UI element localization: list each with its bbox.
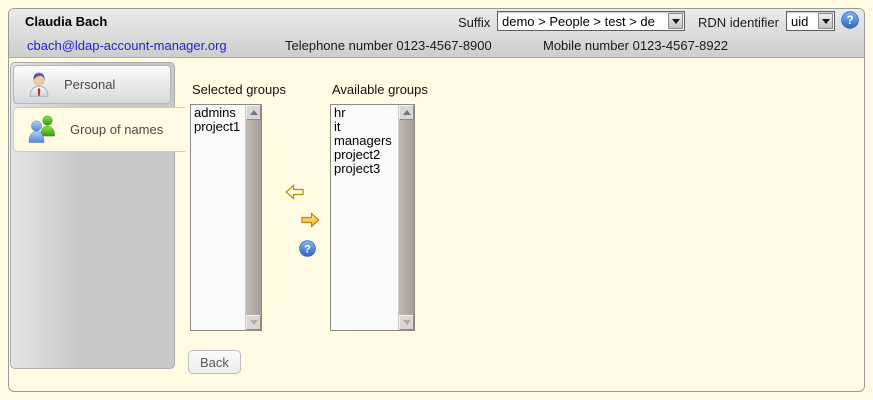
svg-text:?: ? [846,15,853,27]
selected-groups-options: adminsproject1 [191,105,244,330]
tab-label: Personal [64,77,115,92]
svg-text:?: ? [304,243,311,255]
person-icon [27,70,51,100]
scroll-down-button[interactable] [399,315,414,330]
scrollbar[interactable] [398,105,414,330]
triangle-up-icon [403,110,411,115]
dropdown-arrow-icon[interactable] [818,13,833,29]
rdn-identifier-label: RDN identifier [698,15,779,30]
help-icon[interactable]: ? [299,240,317,258]
list-option[interactable]: project3 [334,162,397,176]
mobile-number: Mobile number 0123-4567-8922 [543,38,728,53]
tab-group-of-names[interactable]: Group of names [13,107,185,152]
triangle-up-icon [250,110,258,115]
dropdown-arrow-icon[interactable] [668,13,683,29]
move-left-arrow-icon[interactable] [285,184,304,203]
suffix-select[interactable]: demo > People > test > de [497,11,685,31]
triangle-down-icon [250,320,258,325]
scroll-up-button[interactable] [246,105,261,120]
rdn-identifier-select[interactable]: uid [786,11,835,31]
suffix-select-value: demo > People > test > de [498,14,667,29]
selected-groups-label: Selected groups [192,82,286,97]
triangle-down-icon [403,320,411,325]
account-name: Claudia Bach [25,14,107,29]
scroll-thumb[interactable] [246,120,261,315]
lam-account-edit-screen: Claudia Bach Suffix demo > People > test… [0,0,873,400]
selected-groups-listbox[interactable]: adminsproject1 [190,104,262,331]
scrollbar[interactable] [245,105,261,330]
back-button[interactable]: Back [188,350,241,374]
rdn-select-value: uid [787,14,817,29]
available-groups-listbox[interactable]: hritmanagersproject2project3 [330,104,415,331]
telephone-number: Telephone number 0123-4567-8900 [285,38,492,53]
list-option[interactable]: project1 [194,120,244,134]
help-icon[interactable]: ? [841,11,859,29]
list-option[interactable]: hr [334,106,397,120]
scroll-thumb[interactable] [399,120,414,315]
available-groups-options: hritmanagersproject2project3 [331,105,397,330]
list-option[interactable]: project2 [334,148,397,162]
triangle-down-icon [672,19,680,24]
scroll-down-button[interactable] [246,315,261,330]
account-container: Claudia Bach Suffix demo > People > test… [8,8,865,392]
suffix-label: Suffix [458,15,490,30]
tab-label: Group of names [70,122,163,137]
list-option[interactable]: admins [194,106,244,120]
scroll-up-button[interactable] [399,105,414,120]
email-link[interactable]: cbach@ldap-account-manager.org [27,38,227,53]
group-icon [27,113,57,147]
available-groups-label: Available groups [332,82,428,97]
account-header: Claudia Bach Suffix demo > People > test… [9,9,864,58]
list-option[interactable]: it [334,120,397,134]
list-option[interactable]: managers [334,134,397,148]
tab-personal[interactable]: Personal [13,65,171,104]
move-right-arrow-icon[interactable] [301,212,320,231]
triangle-down-icon [822,19,830,24]
